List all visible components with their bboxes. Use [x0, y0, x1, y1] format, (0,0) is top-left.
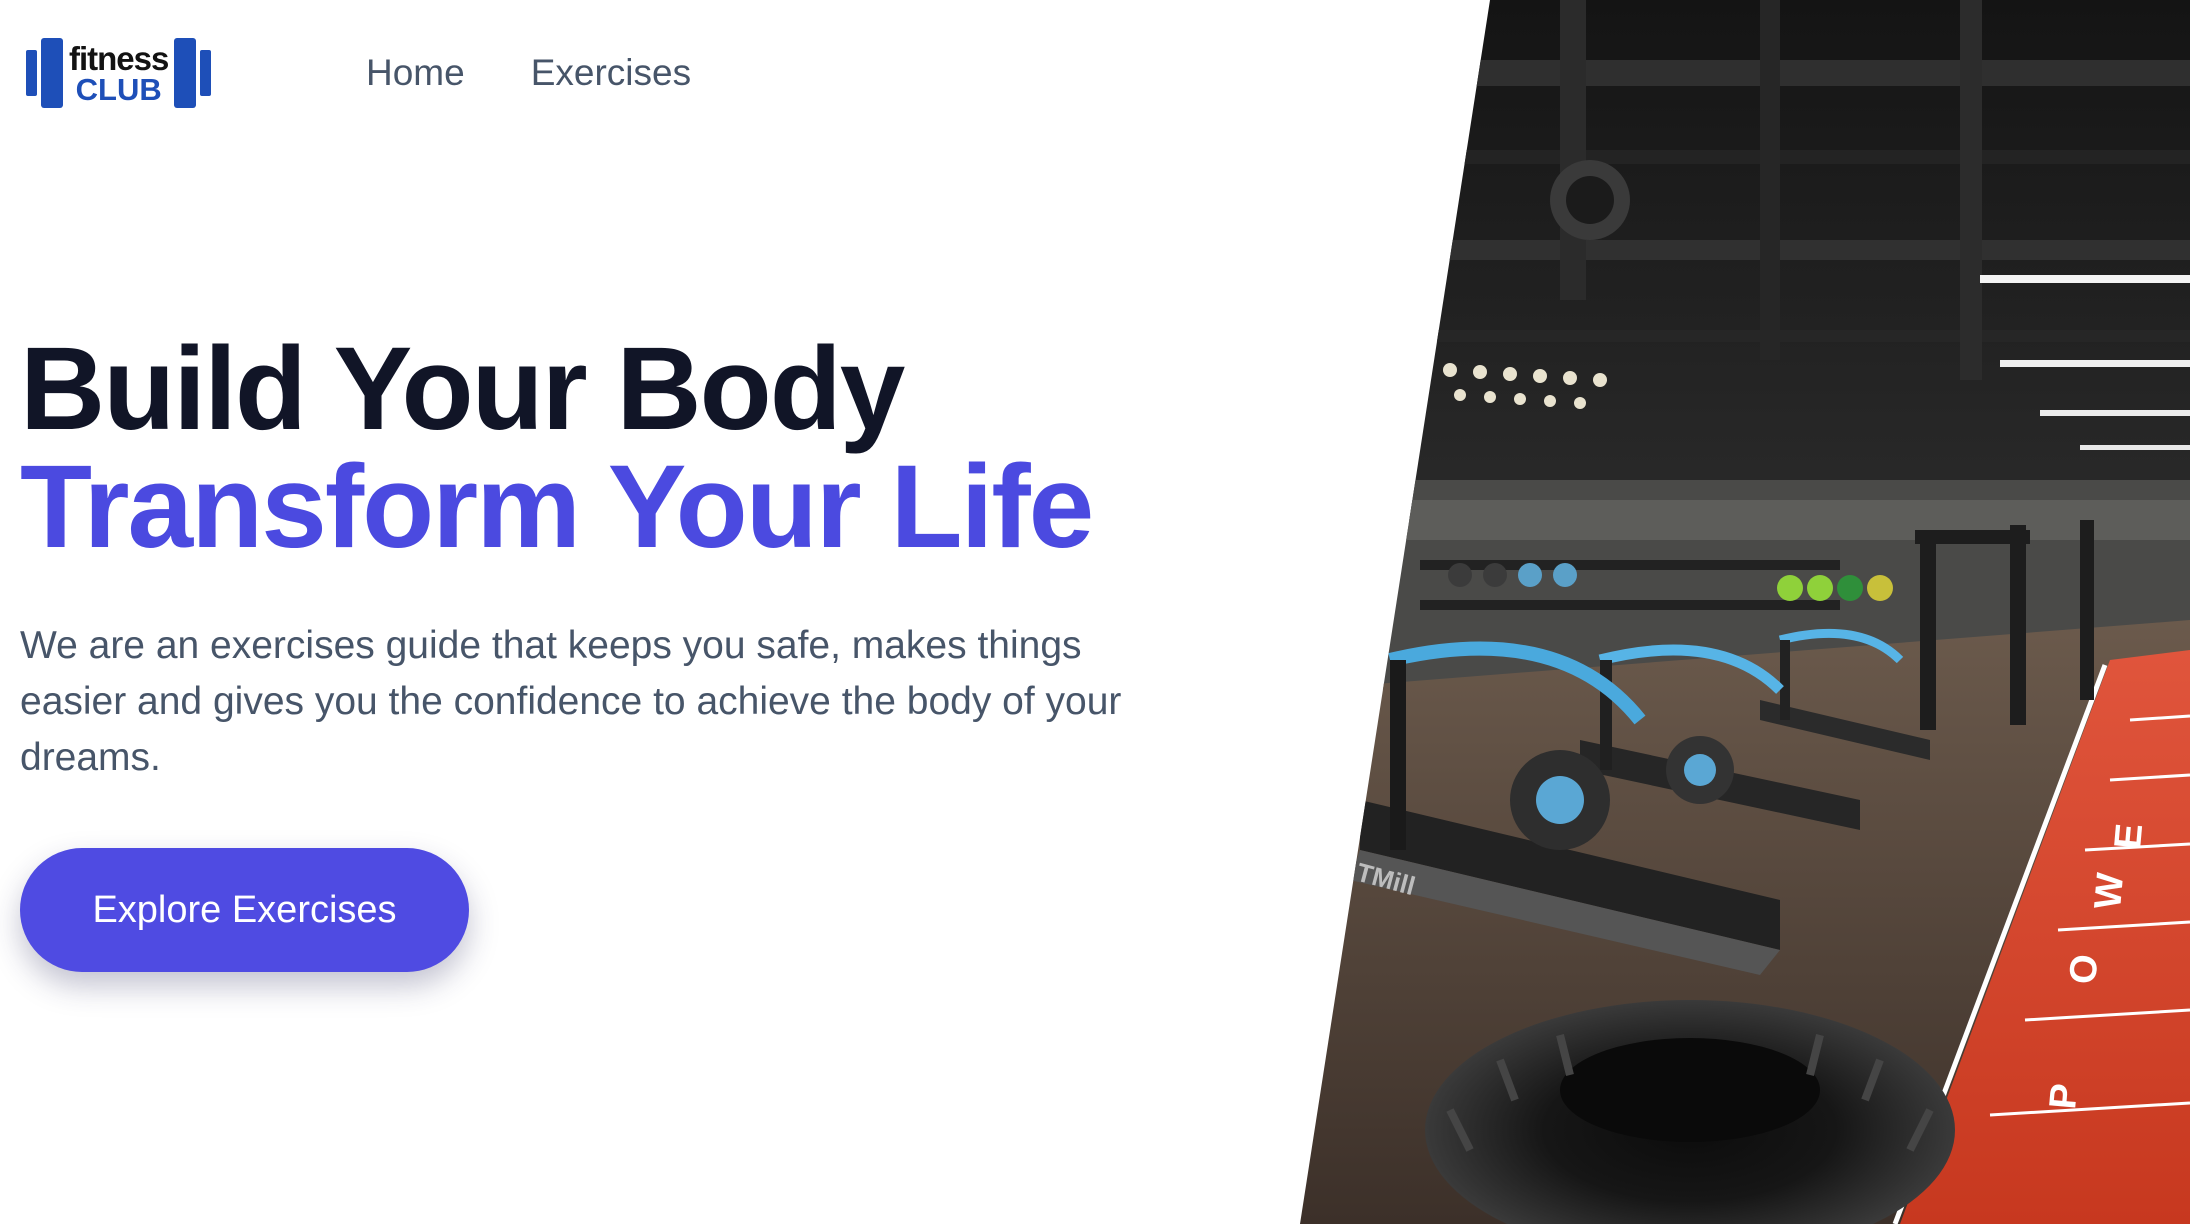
navbar: fitness CLUB Home Exercises — [26, 36, 691, 110]
logo-plate-left-inner — [41, 38, 63, 108]
nav-link-exercises[interactable]: Exercises — [531, 52, 691, 94]
logo-word-club: CLUB — [75, 71, 162, 107]
hero-title-line1: Build Your Body — [20, 323, 905, 455]
logo-plate-right-inner — [174, 38, 197, 108]
logo-plate-left-outer — [26, 50, 37, 96]
explore-exercises-button[interactable]: Explore Exercises — [20, 848, 469, 972]
nav-links: Home Exercises — [366, 52, 691, 94]
track-text-o: O — [2062, 953, 2106, 986]
logo-text: fitness CLUB — [69, 39, 169, 107]
track-text-e: E — [2107, 822, 2151, 851]
gym-interior-image: E W O P TMill — [1300, 0, 2190, 1224]
hero-headline: Build Your Body Transform Your Life — [20, 323, 1094, 573]
logo-word-fitness: fitness — [69, 39, 169, 77]
nav-link-home[interactable]: Home — [366, 52, 465, 94]
logo-plate-right-outer — [200, 50, 212, 96]
gym-image-content: E W O P TMill — [1300, 0, 2190, 1224]
hero-description: We are an exercises guide that keeps you… — [20, 624, 1122, 779]
track-text-p: P — [2042, 1082, 2086, 1111]
landing-page: fitness CLUB Home Exercises Build Your B… — [0, 0, 2190, 1224]
track-text-w: W — [2087, 871, 2132, 911]
hero-title-line2: Transform Your Life — [20, 441, 1094, 573]
dumbbell-logo-icon[interactable]: fitness CLUB — [26, 36, 256, 110]
